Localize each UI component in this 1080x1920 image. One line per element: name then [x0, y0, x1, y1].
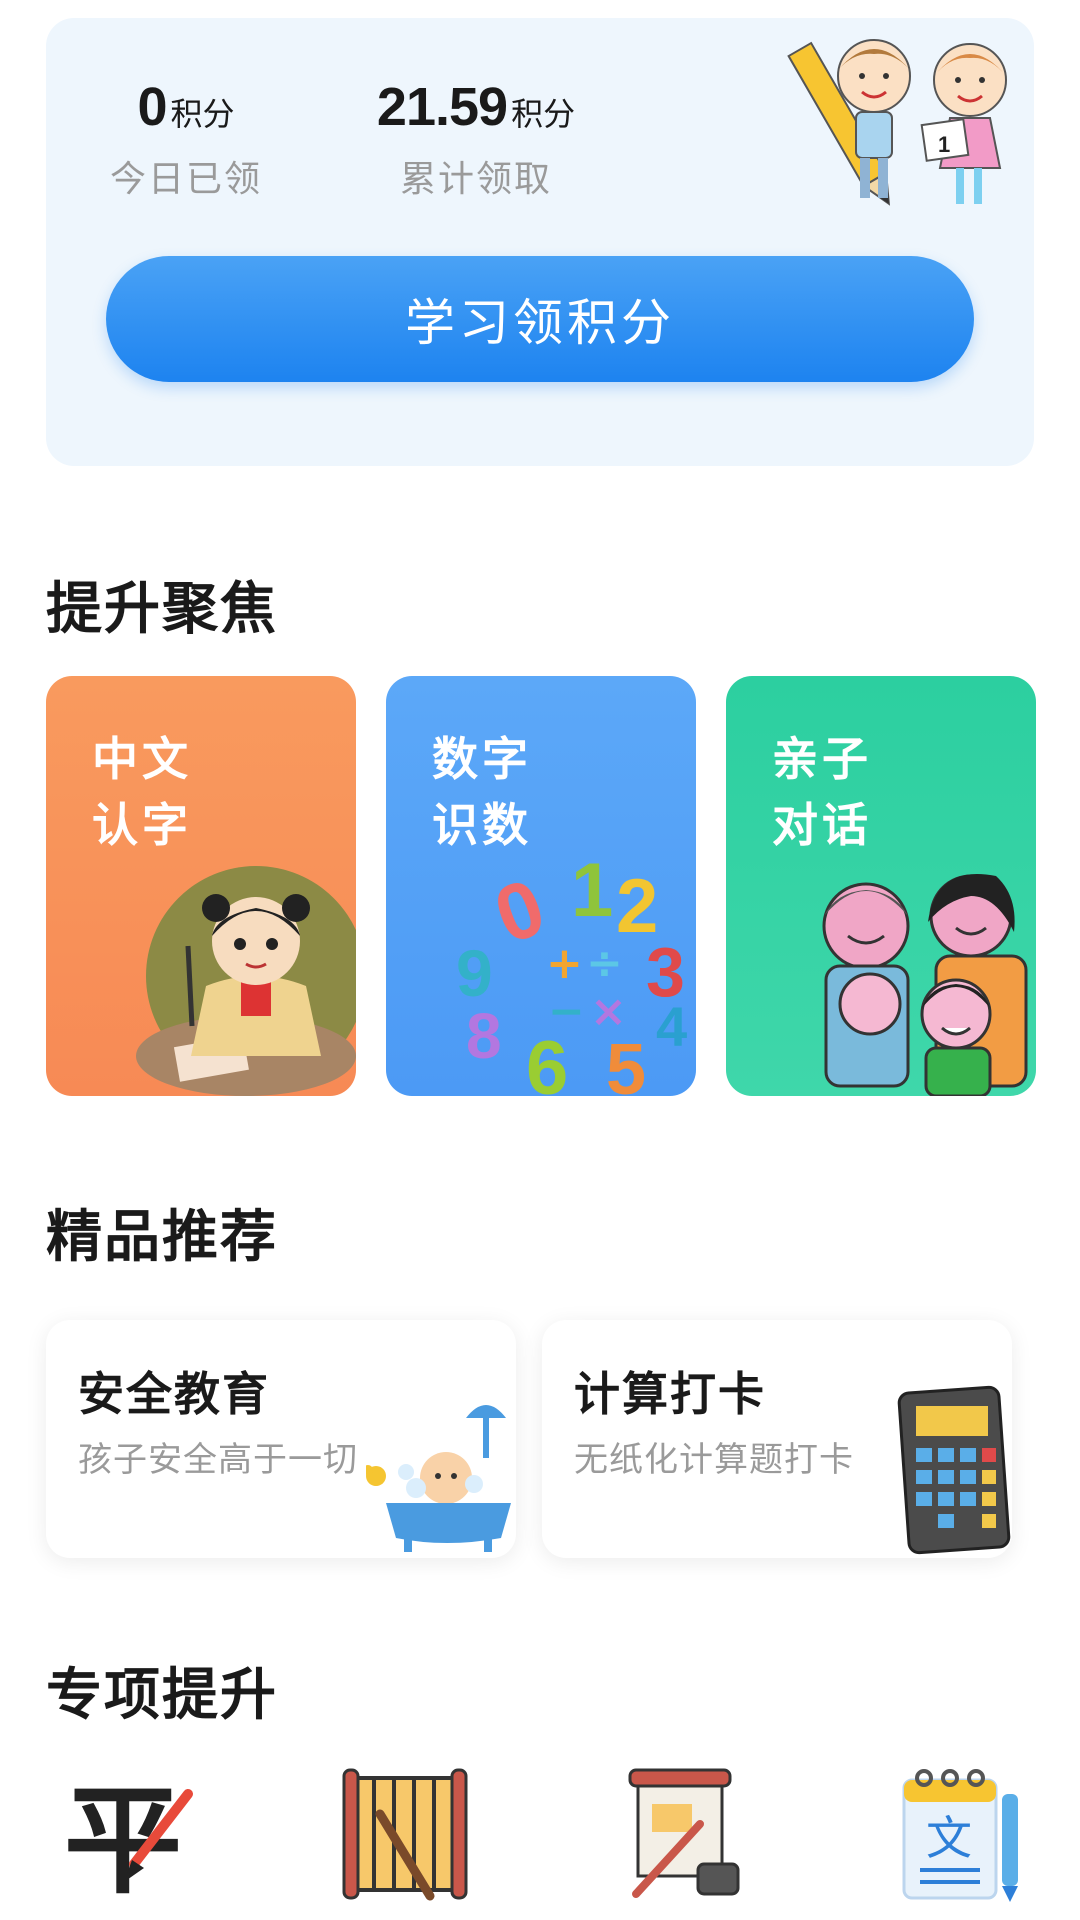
calligraphy-icon[interactable]: 平: [64, 1764, 194, 1904]
svg-text:9: 9: [456, 936, 493, 1010]
card-subtitle: 孩子安全高于一切: [78, 1440, 358, 1480]
svg-text:8: 8: [466, 1000, 502, 1072]
chinese-character-child-icon: [136, 866, 356, 1096]
tile-label-line1: 亲子: [772, 732, 872, 786]
svg-text:4: 4: [656, 995, 687, 1058]
composition-glyph: 文: [926, 1811, 972, 1865]
points-card: 0 积分 今日已领 21.59 积分 累计领取 1 学习领积分: [46, 18, 1034, 466]
family-icon: [822, 873, 1028, 1096]
composition-icon[interactable]: 文: [896, 1764, 1026, 1904]
calligraphy-glyph: 平: [64, 1771, 182, 1904]
kids-illustration-icon: 1: [787, 39, 1007, 206]
svg-text:5: 5: [606, 1030, 646, 1096]
card-title: 计算打卡: [574, 1367, 766, 1421]
today-points-value: 0: [137, 77, 167, 137]
total-points-stat: 21.59 积分 累计领取: [346, 76, 606, 202]
special-section-title: 专项提升: [46, 1663, 278, 1728]
card-title: 安全教育: [78, 1367, 270, 1421]
today-points-stat: 0 积分 今日已领: [106, 76, 266, 202]
card-subtitle: 无纸化计算题打卡: [574, 1440, 854, 1480]
svg-text:0: 0: [483, 862, 555, 961]
svg-text:1: 1: [571, 848, 613, 933]
tile-label: 数字 识数: [432, 726, 532, 858]
recommend-section-title: 精品推荐: [46, 1205, 278, 1270]
svg-text:+: +: [546, 938, 583, 989]
tile-label: 中文 认字: [92, 726, 192, 858]
tile-number-recognition[interactable]: 数字 识数 0 1 2 3 9 8 6 5 4 + ÷ − ×: [386, 676, 696, 1096]
today-points-label: 今日已领: [109, 159, 262, 200]
bamboo-scroll-icon[interactable]: [340, 1764, 470, 1904]
calculator-icon: [897, 1385, 1011, 1555]
svg-text:−: −: [548, 986, 585, 1037]
total-points-value: 21.59: [376, 77, 508, 137]
tile-chinese-characters[interactable]: 中文 认字: [46, 676, 356, 1096]
tile-label-line1: 中文: [92, 732, 192, 786]
svg-text:÷: ÷: [586, 938, 623, 989]
total-points-label: 累计领取: [399, 159, 552, 200]
tile-parent-child-talk[interactable]: 亲子 对话: [726, 676, 1036, 1096]
earn-points-button[interactable]: 学习领积分: [106, 256, 974, 382]
numbers-icon: 0 1 2 3 9 8 6 5 4 + ÷ − ×: [456, 848, 687, 1096]
card-safety-education[interactable]: 安全教育 孩子安全高于一切: [46, 1320, 516, 1558]
baby-bath-icon: [366, 1405, 511, 1552]
tile-label-line2: 对话: [772, 798, 872, 852]
tile-label: 亲子 对话: [772, 726, 872, 858]
svg-text:×: ×: [590, 986, 627, 1037]
total-points-unit: 积分: [511, 95, 576, 133]
focus-section-title: 提升聚焦: [46, 577, 278, 642]
ancient-poem-icon[interactable]: [616, 1764, 746, 1904]
today-points-unit: 积分: [170, 95, 235, 133]
svg-text:1: 1: [938, 132, 950, 157]
tile-label-line1: 数字: [432, 732, 532, 786]
card-calculation-checkin[interactable]: 计算打卡 无纸化计算题打卡: [542, 1320, 1012, 1558]
tile-label-line2: 认字: [92, 798, 192, 852]
